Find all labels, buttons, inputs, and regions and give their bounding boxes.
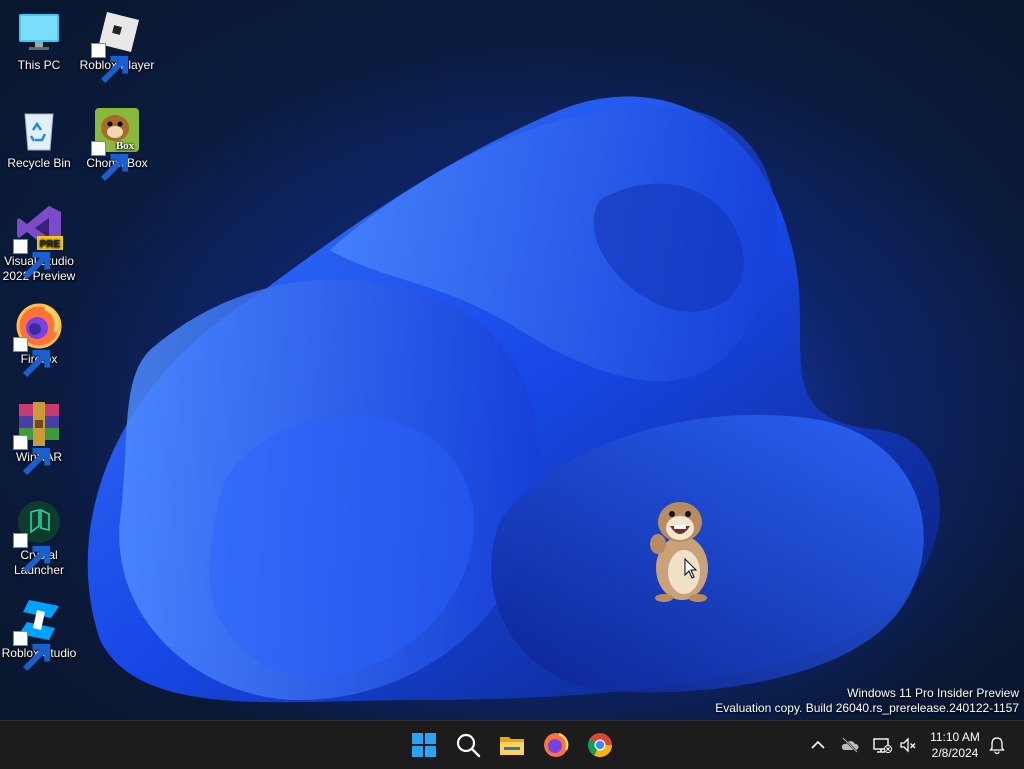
shortcut-arrow-icon	[13, 533, 51, 574]
chrome-icon	[587, 733, 612, 758]
roblox-player-icon	[91, 8, 141, 84]
file-explorer-icon	[500, 737, 524, 755]
shortcut-arrow-icon	[13, 435, 51, 476]
desktop-icon-firefox[interactable]: Firefox	[0, 302, 78, 378]
volume-tray-button[interactable]	[898, 735, 918, 755]
desktop-icon-recycle-bin[interactable]: Recycle Bin	[0, 106, 78, 171]
watermark-edition: Windows 11 Pro Insider Preview	[847, 686, 1019, 700]
clock[interactable]: 11:10 AM 2/8/2024	[922, 729, 988, 761]
notification-center-button[interactable]	[987, 735, 1007, 755]
firefox-icon	[13, 302, 63, 378]
desktop-icon-roblox-player[interactable]: Roblox Player	[78, 8, 156, 84]
volume-muted-icon	[900, 737, 916, 753]
roblox-studio-icon	[13, 596, 63, 672]
desktop-icon-visual-studio[interactable]: PRE Visual Studio 2022 Preview	[0, 204, 78, 284]
start-icon	[412, 733, 436, 757]
watermark-build: Evaluation copy. Build 26040.rs_prerelea…	[715, 701, 1019, 715]
visual-studio-icon: PRE	[13, 204, 63, 280]
monitor-icon	[15, 8, 63, 56]
chomikbox-icon: Box	[91, 106, 141, 182]
chevron-up-icon	[811, 740, 825, 749]
desktop-icon-chomikbox[interactable]: Box ChomikBox	[78, 106, 156, 182]
network-disconnected-icon	[873, 738, 892, 753]
shortcut-arrow-icon	[91, 43, 129, 84]
taskbar: 11:10 AM 2/8/2024	[0, 720, 1024, 769]
desktop-icon-this-pc[interactable]: This PC	[0, 8, 78, 73]
start-button[interactable]	[408, 729, 440, 761]
crystal-launcher-icon	[13, 498, 63, 574]
bell-icon	[989, 737, 1005, 755]
recycle-bin-icon	[15, 106, 63, 154]
winrar-icon	[13, 400, 63, 476]
firefox-taskbar-button[interactable]	[540, 729, 572, 761]
chrome-taskbar-button[interactable]	[584, 729, 616, 761]
file-explorer-button[interactable]	[496, 729, 528, 761]
shortcut-arrow-icon	[13, 337, 51, 378]
search-button[interactable]	[452, 729, 484, 761]
shortcut-arrow-icon	[91, 141, 129, 182]
hamster-mascot[interactable]	[642, 498, 718, 604]
shortcut-arrow-icon	[13, 631, 51, 672]
windows-evaluation-watermark: Windows 11 Pro Insider Preview Evaluatio…	[715, 686, 1019, 716]
mouse-cursor-icon	[684, 558, 698, 579]
show-hidden-icons-button[interactable]	[808, 735, 828, 755]
desktop-icon-crystal-launcher[interactable]: Crystal Launcher	[0, 498, 78, 578]
network-tray-button[interactable]	[872, 735, 892, 755]
search-icon	[456, 733, 481, 758]
clock-time: 11:10 AM	[930, 730, 980, 744]
desktop[interactable]: This PC Roblox Player Recycle Bin Box Ch…	[0, 0, 1024, 720]
shortcut-arrow-icon	[13, 239, 51, 280]
desktop-icon-label: Recycle Bin	[7, 156, 71, 170]
desktop-icon-winrar[interactable]: WinRAR	[0, 400, 78, 476]
onedrive-offline-icon	[841, 737, 859, 753]
onedrive-tray-button[interactable]	[840, 735, 860, 755]
firefox-icon	[544, 732, 569, 757]
desktop-icon-roblox-studio[interactable]: Roblox Studio	[0, 596, 78, 672]
desktop-icon-label: This PC	[17, 58, 61, 72]
clock-date: 2/8/2024	[931, 746, 979, 760]
